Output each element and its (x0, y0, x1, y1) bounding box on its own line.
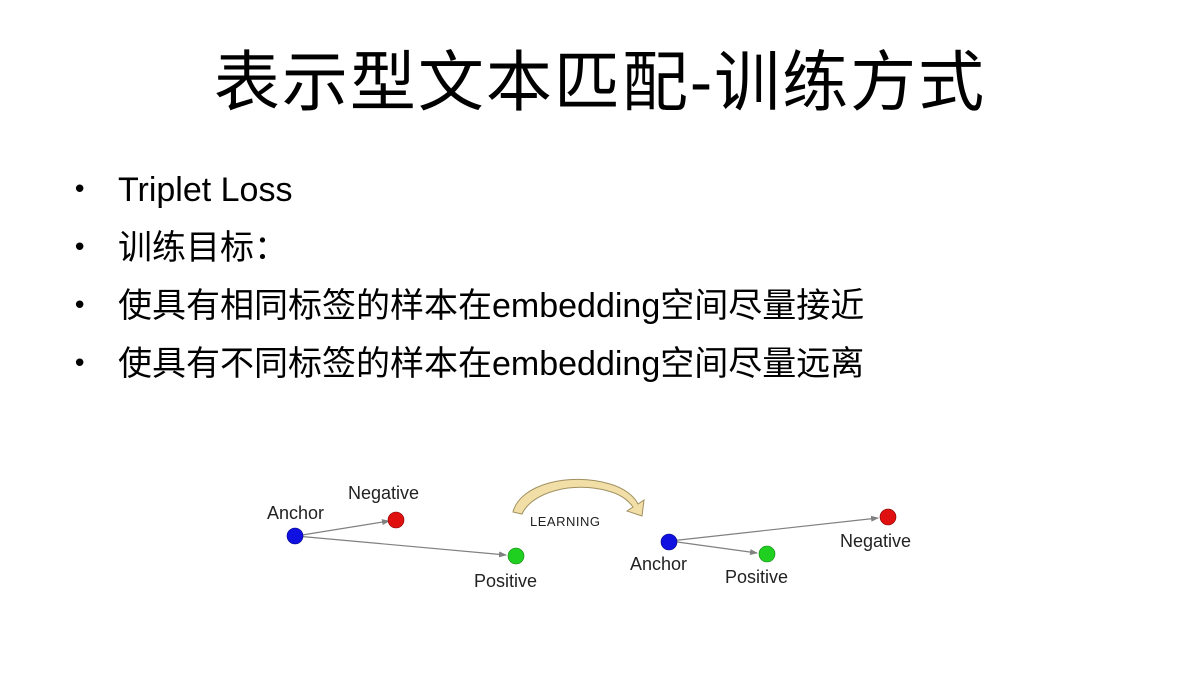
bullet-marker: • (72, 175, 88, 205)
negative-point-after (879, 508, 897, 526)
bullet-marker: • (72, 233, 88, 263)
bullet-item: • 训练目标： (70, 220, 864, 278)
anchor-to-positive-arrow-before (295, 535, 507, 558)
anchor-label-before: Anchor (267, 503, 324, 523)
positive-point-after (758, 545, 776, 563)
bullet-marker: • (72, 349, 88, 379)
bullet-text: 使具有不同标签的样本在embedding空间尽量远离 (118, 345, 865, 383)
bullet-item: • 使具有相同标签的样本在embedding空间尽量接近 (70, 278, 864, 336)
positive-label-before: Positive (474, 571, 537, 591)
bullet-marker: • (72, 291, 88, 321)
bullet-item: • Triplet Loss (70, 162, 864, 220)
learning-curved-arrow-icon (512, 478, 645, 517)
bullet-list: • Triplet Loss • 训练目标： • 使具有相同标签的样本在embe… (70, 162, 864, 394)
negative-label-after: Negative (840, 531, 911, 551)
negative-point-before (387, 511, 405, 529)
anchor-point-after (660, 533, 678, 551)
anchor-to-negative-arrow-before (295, 519, 390, 537)
slide-title: 表示型文本匹配-训练方式 (213, 44, 987, 121)
bullet-text: Triplet Loss (118, 171, 293, 209)
anchor-point-before (286, 527, 304, 545)
bullet-text: 训练目标： (118, 229, 288, 267)
bullet-item: • 使具有不同标签的样本在embedding空间尽量远离 (70, 336, 864, 394)
negative-label-before: Negative (348, 483, 419, 503)
triplet-loss-diagram: Anchor Negative Positive LEARNING Anchor… (250, 470, 970, 610)
positive-label-after: Positive (725, 567, 788, 587)
triplet-loss-svg: Anchor Negative Positive LEARNING Anchor… (267, 478, 911, 591)
bullet-text: 使具有相同标签的样本在embedding空间尽量接近 (118, 287, 865, 325)
anchor-to-positive-arrow-after (669, 540, 758, 556)
learning-arrow-group: LEARNING (512, 478, 645, 529)
positive-point-before (507, 547, 525, 565)
learning-label: LEARNING (530, 514, 600, 529)
before-learning-group: Anchor Negative Positive (267, 483, 537, 591)
after-learning-group: Anchor Negative Positive (630, 508, 911, 587)
anchor-label-after: Anchor (630, 554, 687, 574)
